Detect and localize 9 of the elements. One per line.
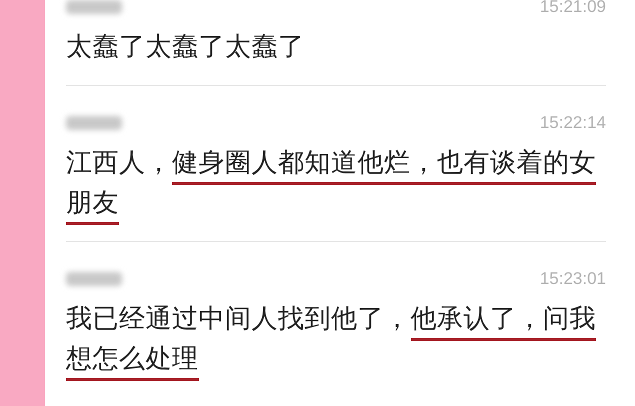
blurred-name (66, 116, 122, 130)
blurred-name (66, 0, 122, 14)
timestamp: 15:21:09 (540, 0, 606, 17)
blurred-name (66, 272, 122, 286)
message-text: 江西人，健身圈人都知道他烂，也有谈着的女朋友 (66, 143, 606, 223)
timestamp: 15:23:01 (540, 269, 606, 289)
message-text: 我已经通过中间人找到他了，他承认了，问我想怎么处理 (66, 299, 606, 379)
timestamp: 15:22:14 (540, 113, 606, 133)
message-text: 太蠢了太蠢了太蠢了 (66, 31, 306, 64)
